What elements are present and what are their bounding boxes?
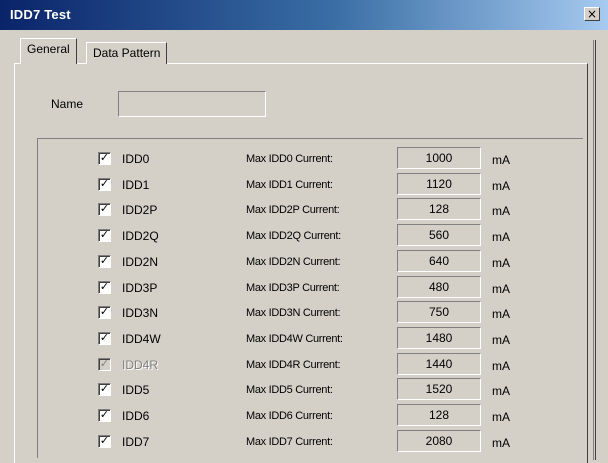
- max-current-field[interactable]: 560: [397, 224, 481, 246]
- close-icon: ×: [586, 7, 598, 21]
- test-row-idd3p: ✓ IDD3P Max IDD3P Current: 480 mA: [0, 276, 600, 301]
- test-label: IDD5: [122, 383, 150, 397]
- test-row-idd2p: ✓ IDD2P Max IDD2P Current: 128 mA: [0, 198, 600, 223]
- test-row-idd2n: ✓ IDD2N Max IDD2N Current: 640 mA: [0, 250, 600, 275]
- test-label: IDD3N: [122, 306, 159, 320]
- test-row-idd5: ✓ IDD5 Max IDD5 Current: 1520 mA: [0, 378, 600, 403]
- max-current-label: Max IDD2P Current:: [246, 204, 340, 216]
- unit-label: mA: [492, 230, 510, 244]
- test-row-idd1: ✓ IDD1 Max IDD1 Current: 1120 mA: [0, 173, 600, 198]
- unit-label: mA: [492, 282, 510, 296]
- checkbox-idd3p[interactable]: ✓: [98, 281, 111, 294]
- max-current-label: Max IDD5 Current:: [246, 384, 333, 396]
- max-current-field[interactable]: 1120: [397, 173, 481, 195]
- name-field[interactable]: [118, 91, 266, 117]
- checkbox-idd7[interactable]: ✓: [98, 435, 111, 448]
- unit-label: mA: [492, 204, 510, 218]
- checkbox-idd5[interactable]: ✓: [98, 383, 111, 396]
- test-label: IDD6: [122, 409, 150, 423]
- unit-label: mA: [492, 333, 510, 347]
- test-row-idd4w: ✓ IDD4W Max IDD4W Current: 1480 mA: [0, 327, 600, 352]
- max-current-field[interactable]: 2080: [397, 430, 481, 452]
- test-row-idd6: ✓ IDD6 Max IDD6 Current: 128 mA: [0, 404, 600, 429]
- test-row-idd7: ✓ IDD7 Max IDD7 Current: 2080 mA: [0, 430, 600, 455]
- checkbox-idd2q[interactable]: ✓: [98, 229, 111, 242]
- name-label: Name: [51, 97, 84, 111]
- check-icon: ✓: [99, 151, 110, 164]
- checkbox-idd3n[interactable]: ✓: [98, 306, 111, 319]
- unit-label: mA: [492, 359, 510, 373]
- test-label: IDD1: [122, 178, 150, 192]
- checkbox-idd4r: ✓: [98, 358, 111, 371]
- check-icon: ✓: [99, 202, 110, 215]
- unit-label: mA: [492, 436, 510, 450]
- max-current-label: Max IDD4R Current:: [246, 359, 341, 371]
- max-current-label: Max IDD4W Current:: [246, 333, 343, 345]
- test-label: IDD2N: [122, 255, 159, 269]
- tab-data-pattern[interactable]: Data Pattern: [86, 42, 168, 64]
- test-label: IDD0: [122, 152, 150, 166]
- check-icon: ✓: [99, 280, 110, 293]
- max-current-label: Max IDD2Q Current:: [246, 230, 341, 242]
- checkbox-idd0[interactable]: ✓: [98, 152, 111, 165]
- max-current-label: Max IDD7 Current:: [246, 436, 333, 448]
- unit-label: mA: [492, 384, 510, 398]
- max-current-field[interactable]: 640: [397, 250, 481, 272]
- unit-label: mA: [492, 179, 510, 193]
- max-current-label: Max IDD3P Current:: [246, 282, 340, 294]
- max-current-field[interactable]: 1440: [397, 353, 481, 375]
- check-icon: ✓: [99, 177, 110, 190]
- checkbox-idd6[interactable]: ✓: [98, 409, 111, 422]
- test-label: IDD4R: [122, 358, 159, 372]
- max-current-field[interactable]: 1000: [397, 147, 481, 169]
- unit-label: mA: [492, 307, 510, 321]
- unit-label: mA: [492, 410, 510, 424]
- close-button[interactable]: ×: [584, 7, 600, 21]
- checkbox-idd2n[interactable]: ✓: [98, 255, 111, 268]
- check-icon: ✓: [99, 408, 110, 421]
- max-current-label: Max IDD0 Current:: [246, 153, 333, 165]
- title-bar: IDD7 Test ×: [0, 0, 608, 30]
- max-current-label: Max IDD6 Current:: [246, 410, 333, 422]
- test-label: IDD2Q: [122, 229, 159, 243]
- max-current-field[interactable]: 1480: [397, 327, 481, 349]
- check-icon: ✓: [99, 357, 110, 370]
- test-row-idd0: ✓ IDD0 Max IDD0 Current: 1000 mA: [0, 147, 600, 172]
- check-icon: ✓: [99, 254, 110, 267]
- max-current-field[interactable]: 750: [397, 301, 481, 323]
- check-icon: ✓: [99, 382, 110, 395]
- window-title: IDD7 Test: [10, 7, 71, 22]
- check-icon: ✓: [99, 305, 110, 318]
- check-icon: ✓: [99, 228, 110, 241]
- checkbox-idd2p[interactable]: ✓: [98, 203, 111, 216]
- test-label: IDD2P: [122, 203, 158, 217]
- check-icon: ✓: [99, 331, 110, 344]
- test-row-idd3n: ✓ IDD3N Max IDD3N Current: 750 mA: [0, 301, 600, 326]
- max-current-field[interactable]: 128: [397, 404, 481, 426]
- max-current-label: Max IDD2N Current:: [246, 256, 341, 268]
- checkbox-idd4w[interactable]: ✓: [98, 332, 111, 345]
- test-row-idd2q: ✓ IDD2Q Max IDD2Q Current: 560 mA: [0, 224, 600, 249]
- max-current-field[interactable]: 1520: [397, 378, 481, 400]
- max-current-label: Max IDD3N Current:: [246, 307, 341, 319]
- check-icon: ✓: [99, 434, 110, 447]
- unit-label: mA: [492, 256, 510, 270]
- test-label: IDD3P: [122, 281, 158, 295]
- checkbox-idd1[interactable]: ✓: [98, 178, 111, 191]
- max-current-field[interactable]: 128: [397, 198, 481, 220]
- test-row-idd4r: ✓ IDD4R Max IDD4R Current: 1440 mA: [0, 353, 600, 378]
- test-label: IDD4W: [122, 332, 161, 346]
- unit-label: mA: [492, 153, 510, 167]
- max-current-label: Max IDD1 Current:: [246, 179, 333, 191]
- tab-general[interactable]: General: [20, 38, 77, 64]
- max-current-field[interactable]: 480: [397, 276, 481, 298]
